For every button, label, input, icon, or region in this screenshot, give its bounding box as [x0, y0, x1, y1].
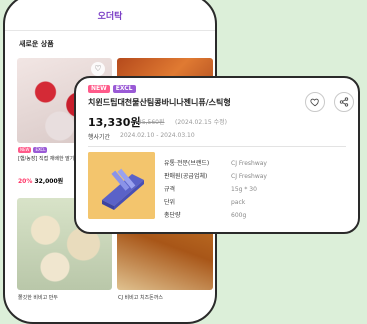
spec-value: 15g * 30 — [231, 186, 257, 193]
product-image — [88, 152, 155, 219]
spec-label: 유통·전문(브랜드) — [164, 160, 210, 167]
spec-label: 판매원(공급업체) — [164, 173, 208, 180]
price-updated: (2024.02.15 수정) — [175, 119, 227, 126]
spec-label: 규격 — [164, 186, 176, 193]
new-badge: NEW — [88, 85, 110, 93]
header-divider — [5, 30, 215, 31]
price-value: 32,000원 — [34, 178, 64, 185]
product-price: 20% 32,000원 — [18, 176, 63, 185]
original-price: 35,560원 — [138, 119, 165, 126]
spec-label: 단위 — [164, 199, 176, 206]
product-detail-card: NEW EXCL 치윈드팁대천물산팀콩바니나젠니퓨/스틱형 13,330원 35… — [74, 76, 360, 234]
sale-period: 2024.02.10 - 2024.03.10 — [120, 132, 195, 139]
excl-badge: EXCL — [112, 85, 136, 93]
excl-badge: EXCL — [33, 147, 48, 153]
heart-icon[interactable]: ♡ — [91, 62, 105, 76]
spec-value: 600g — [231, 212, 247, 219]
product-name[interactable]: CJ 비비고 치즈돈까스 — [118, 294, 163, 301]
heart-icon[interactable] — [305, 92, 325, 112]
discount-rate: 20% — [18, 178, 33, 185]
detail-divider — [88, 146, 346, 147]
new-badge: NEW — [18, 147, 32, 153]
product-badges: NEW EXCL — [88, 85, 136, 93]
spec-label: 총단량 — [164, 212, 181, 219]
share-icon[interactable] — [334, 92, 354, 112]
spec-value: CJ Freshway — [231, 160, 267, 167]
spec-value: CJ Freshway — [231, 173, 267, 180]
app-title: 오더탁 — [97, 12, 123, 22]
product-price: 13,330원 — [88, 116, 141, 129]
sale-period-label: 행사기간 — [88, 134, 111, 141]
product-name[interactable]: 쫄깃한 비비고 만두 — [18, 294, 58, 301]
section-title: 새로운 상품 — [19, 40, 54, 48]
spec-value: pack — [231, 199, 246, 206]
product-name: 치윈드팁대천물산팀콩바니나젠니퓨/스틱형 — [88, 98, 231, 107]
product-badges: NEW EXCL — [18, 147, 48, 153]
